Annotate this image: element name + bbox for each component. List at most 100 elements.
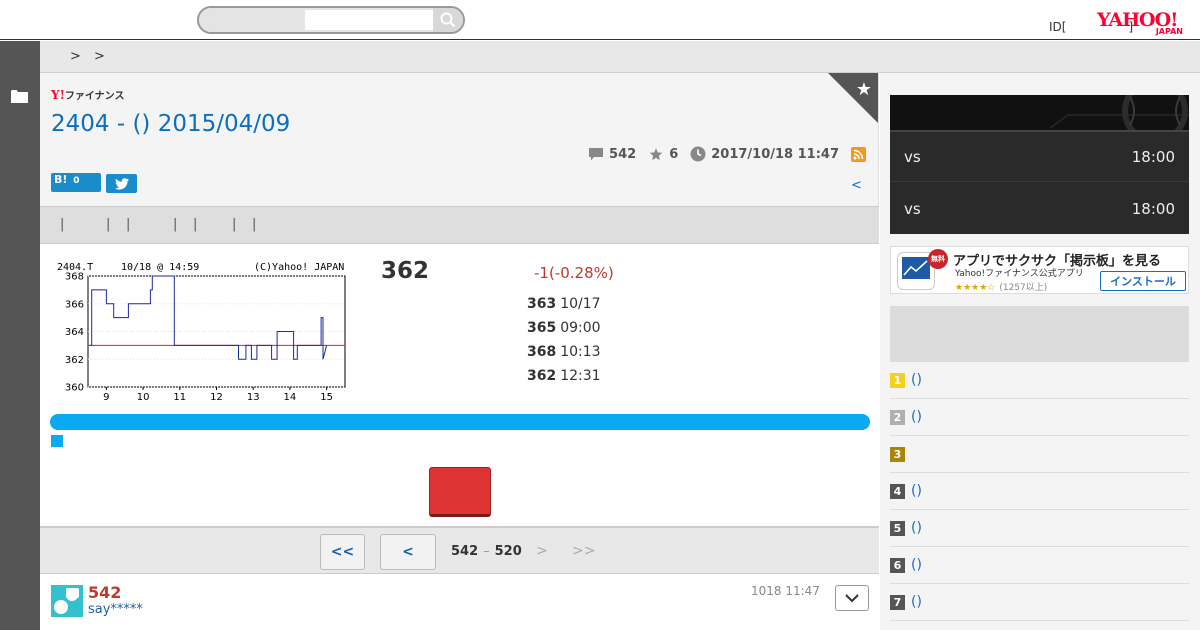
rank-title[interactable]: () [911, 557, 922, 573]
tab-separator: | [232, 217, 237, 232]
rank-badge: 6 [890, 558, 905, 573]
tab-separator: | [173, 217, 178, 232]
clock-icon [690, 146, 706, 162]
comment-menu-button[interactable] [835, 585, 869, 611]
rank-badge: 4 [890, 484, 905, 499]
rank-title[interactable]: () [911, 372, 922, 388]
main-content: Y!ファイナンス 2404 - () 2015/04/09 ★ 542 6 20… [40, 73, 879, 630]
chart-header-copyright: (C)Yahoo! JAPAN [254, 262, 344, 273]
stock-info: 2404.T 10/18 @ 14:59 (C)Yahoo! JAPAN 360… [40, 244, 879, 526]
comment-icon [589, 147, 604, 160]
range-dash: – [483, 544, 490, 559]
rank-title[interactable]: () [911, 520, 922, 536]
chart-y-tick-label: 368 [65, 272, 84, 283]
folder-icon[interactable] [11, 89, 28, 103]
quote-time: 12:31 [560, 368, 601, 384]
quote-time: 10:13 [560, 344, 601, 360]
yahoo-finance-logo[interactable]: Y!ファイナンス [51, 87, 124, 102]
quote-low: 362 12:31 [527, 368, 601, 384]
app-install-banner[interactable]: 無料 アプリでサクサク「掲示板」を見る Yahoo!ファイナンス公式アプリ ★★… [890, 246, 1189, 294]
ranking-item[interactable]: 4 () [890, 473, 1189, 510]
chart-y-tick-label: 362 [65, 355, 84, 366]
rank-badge: 7 [890, 595, 905, 610]
hatebu-count: 0 [73, 176, 80, 186]
game-time: 18:00 [1131, 148, 1175, 166]
sentiment-bar [50, 414, 870, 430]
prev-board-link[interactable]: < [851, 178, 862, 193]
price-change: -1(-0.28%) [534, 264, 614, 282]
search-input[interactable] [305, 10, 433, 30]
post-comment-button[interactable] [429, 467, 491, 517]
baseball-scoreboard[interactable]: vs 18:00 vs 18:00 [890, 95, 1189, 234]
breadcrumb: > > [40, 41, 1200, 73]
chart-x-tick-label: 13 [247, 392, 260, 403]
search-button[interactable] [433, 8, 463, 32]
favorite-count: 6 [648, 147, 678, 162]
finance-logo-text: ファイナンス [64, 91, 125, 102]
ranking-item[interactable]: 6 () [890, 547, 1189, 584]
rank-badge: 1 [890, 373, 905, 388]
updated-time: 2017/10/18 11:47 [690, 146, 839, 162]
comment-time: 1018 11:47 [751, 584, 820, 598]
chart-header-time: 10/18 @ 14:59 [121, 262, 199, 273]
ranking-item[interactable]: 7 () [890, 584, 1189, 621]
tab-separator: | [60, 217, 65, 232]
hatebu-label: B! [54, 173, 68, 186]
ranking-item[interactable]: 5 () [890, 510, 1189, 547]
current-price: 362 [381, 258, 430, 284]
first-page-button[interactable]: << [320, 534, 365, 570]
tweet-button[interactable] [106, 174, 137, 193]
avatar-icon [54, 588, 79, 614]
chart-x-tick-label: 9 [103, 392, 109, 403]
tab-separator: | [252, 217, 257, 232]
finance-app-icon: 無料 [897, 249, 948, 290]
rank-title[interactable]: () [911, 483, 922, 499]
twitter-icon [114, 177, 129, 190]
app-chart-icon [902, 257, 930, 279]
ranking-item[interactable]: 2 () [890, 399, 1189, 436]
rss-icon[interactable] [851, 146, 866, 162]
tab-separator: | [193, 217, 198, 232]
chevron-down-icon [845, 593, 859, 602]
quote-value: 365 [527, 320, 557, 336]
app-subtitle: Yahoo!ファイナンス公式アプリ [955, 269, 1084, 279]
right-sidebar: vs 18:00 vs 18:00 無料 アプリでサクサク「掲示板」を見る Ya… [880, 73, 1200, 630]
pagination: << < 542–520 > >> [40, 526, 879, 574]
install-button[interactable]: インストール [1100, 271, 1186, 291]
search-category[interactable] [199, 8, 304, 32]
app-rating: ★★★★☆ (1257以上) [955, 280, 1047, 293]
chart-x-tick-label: 12 [210, 392, 223, 403]
yahoo-japan-logo[interactable]: YAHOO! JAPAN [1097, 11, 1187, 37]
quote-value: 363 [527, 296, 557, 312]
next-page-button: > [536, 543, 548, 559]
chart-y-tick-label: 364 [65, 327, 84, 338]
game-row[interactable]: vs 18:00 [890, 132, 1189, 182]
chart-x-tick-label: 14 [284, 392, 297, 403]
board-tabs: | | | | | | | [40, 206, 879, 244]
star-icon[interactable]: ★ [856, 79, 872, 100]
game-row[interactable]: vs 18:00 [890, 184, 1189, 234]
star-count-icon [649, 147, 663, 160]
rating-count: (1257以上) [999, 283, 1048, 293]
rank-title[interactable]: () [911, 409, 922, 425]
comment-username[interactable]: say***** [88, 602, 143, 617]
yahoo-logo-sub: JAPAN [1155, 27, 1183, 36]
quote-value: 362 [527, 368, 557, 384]
favorite-count-value: 6 [669, 146, 679, 162]
ranking-item[interactable]: 1 () [890, 362, 1189, 399]
ranking-item[interactable]: 3 [890, 436, 1189, 473]
baseball-emblem-icon [1049, 95, 1189, 144]
comment-number[interactable]: 542 [88, 583, 121, 602]
rank-title[interactable]: () [911, 594, 922, 610]
page-title: 2404 - () 2015/04/09 [51, 111, 291, 137]
hatena-bookmark-button[interactable]: B! 0 [51, 173, 101, 192]
quote-value: 368 [527, 344, 557, 360]
stock-price-chart[interactable]: 2404.T 10/18 @ 14:59 (C)Yahoo! JAPAN 360… [51, 256, 349, 404]
comment-count: 542 [588, 147, 636, 162]
avatar[interactable] [51, 585, 83, 617]
chart-x-tick-label: 11 [173, 392, 186, 403]
top-bar: ID[] YAHOO! JAPAN [0, 0, 1200, 40]
previous-page-button[interactable]: < [380, 534, 436, 570]
quote-time: 09:00 [560, 320, 601, 336]
free-badge: 無料 [928, 249, 948, 269]
